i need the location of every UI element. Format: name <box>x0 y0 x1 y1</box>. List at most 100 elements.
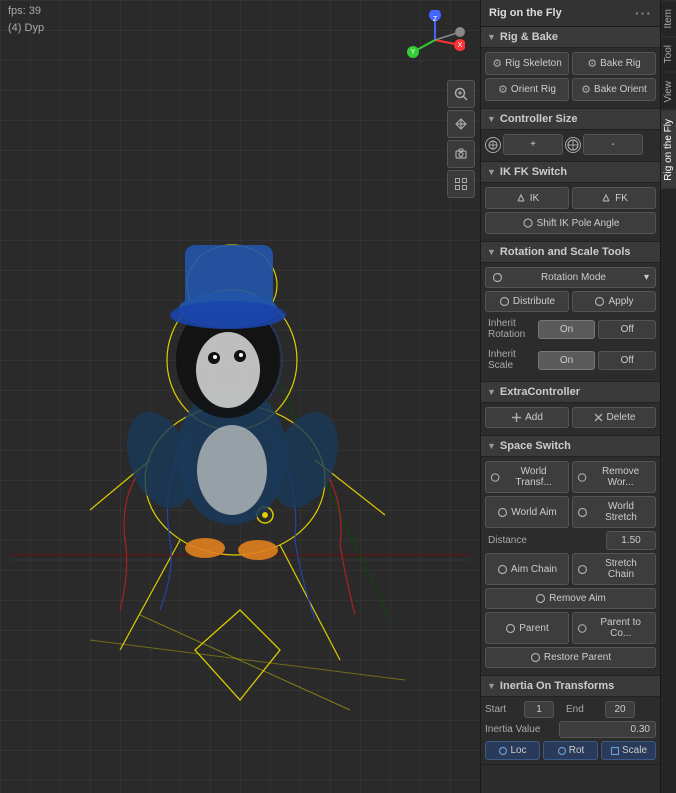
inertia-header[interactable]: ▼ Inertia On Transforms <box>481 676 660 697</box>
rig-bake-header[interactable]: ▼ Rig & Bake <box>481 27 660 48</box>
tab-strip: Item Tool View Rig on the Fly <box>660 0 676 793</box>
extra-controller-arrow: ▼ <box>487 387 496 397</box>
rig-bake-row1: ⚙ Rig Skeleton ⚙ Bake Rig <box>485 52 656 75</box>
world-aim-icon <box>497 507 508 518</box>
scale-btn[interactable]: Scale <box>601 741 656 760</box>
tab-view[interactable]: View <box>661 72 676 111</box>
zoom-tool-btn[interactable] <box>447 80 475 108</box>
scale-icon <box>610 746 620 756</box>
svg-text:Z: Z <box>433 16 438 23</box>
ik-btn[interactable]: IK <box>485 187 569 209</box>
aim-chain-btn[interactable]: Aim Chain <box>485 553 569 585</box>
shift-ik-pole-btn[interactable]: Shift IK Pole Angle <box>485 212 656 234</box>
restore-parent-row: Restore Parent <box>485 647 656 668</box>
fps-counter: fps: 39 <box>8 5 41 17</box>
ik-fk-header[interactable]: ▼ IK FK Switch <box>481 162 660 183</box>
pan-tool-btn[interactable] <box>447 110 475 138</box>
space-switch-content: World Transf... Remove Wor... World Aim … <box>481 457 660 676</box>
rig-bake-label: Rig & Bake <box>500 31 558 43</box>
parent-btn[interactable]: Parent <box>485 612 569 644</box>
world-aim-stretch-row: World Aim World Stretch <box>485 496 656 528</box>
apply-btn[interactable]: Apply <box>572 291 656 312</box>
stretch-chain-icon <box>577 564 588 575</box>
inertia-label: Inertia On Transforms <box>500 680 614 692</box>
bake-orient-btn[interactable]: ⚙ Bake Orient <box>572 78 656 101</box>
extra-controller-header[interactable]: ▼ ExtraController <box>481 382 660 403</box>
inertia-start-val[interactable]: 1 <box>524 701 554 718</box>
world-transf-icon <box>490 472 500 483</box>
world-transf-btn[interactable]: World Transf... <box>485 461 569 493</box>
distribute-icon <box>499 296 510 307</box>
shift-ik-row: Shift IK Pole Angle <box>485 212 656 234</box>
rotation-mode-value: Rotation Mode <box>541 272 606 283</box>
stretch-chain-btn[interactable]: Stretch Chain <box>572 553 656 585</box>
bake-rig-icon: ⚙ <box>587 57 597 70</box>
camera-tool-btn[interactable] <box>447 140 475 168</box>
remove-wor-icon <box>577 472 587 483</box>
remove-aim-icon <box>535 593 546 604</box>
inertia-start-label: Start <box>485 704 520 715</box>
rig-bake-content: ⚙ Rig Skeleton ⚙ Bake Rig ⚙ Orient Rig ⚙ <box>481 48 660 109</box>
size-minus-btn[interactable]: - <box>583 134 643 155</box>
panel-title: Rig on the Fly ··· <box>481 0 660 27</box>
distance-row: Distance 1.50 <box>485 531 656 550</box>
inertia-val-display[interactable]: 0.30 <box>559 721 656 738</box>
parent-row: Parent Parent to Co... <box>485 612 656 644</box>
world-aim-btn[interactable]: World Aim <box>485 496 569 528</box>
space-switch-header[interactable]: ▼ Space Switch <box>481 436 660 457</box>
inherit-scale-label: Inherit Scale <box>485 346 535 374</box>
bake-rig-btn[interactable]: ⚙ Bake Rig <box>572 52 656 75</box>
add-btn[interactable]: Add <box>485 407 569 428</box>
viewport[interactable]: fps: 39 (4) Dyp Z X Y <box>0 0 480 793</box>
controller-size-label: Controller Size <box>500 113 578 125</box>
rotation-scale-header[interactable]: ▼ Rotation and Scale Tools <box>481 242 660 263</box>
loc-icon <box>498 746 508 756</box>
remove-aim-row: Remove Aim <box>485 588 656 609</box>
parent-to-co-btn[interactable]: Parent to Co... <box>572 612 656 644</box>
rot-btn[interactable]: Rot <box>543 741 598 760</box>
transform-btns-row: Loc Rot Scale <box>485 741 656 760</box>
tab-rig-on-the-fly[interactable]: Rig on the Fly <box>661 110 676 189</box>
tab-tool[interactable]: Tool <box>661 36 676 71</box>
controller-size-arrow: ▼ <box>487 114 496 124</box>
svg-text:Y: Y <box>411 49 416 56</box>
world-stretch-btn[interactable]: World Stretch <box>572 496 656 528</box>
restore-parent-btn[interactable]: Restore Parent <box>485 647 656 668</box>
inherit-scale-on-btn[interactable]: On <box>538 351 596 370</box>
remove-wor-btn[interactable]: Remove Wor... <box>572 461 656 493</box>
rotation-mode-dropdown[interactable]: Rotation Mode ▾ <box>485 267 656 288</box>
inherit-scale-off-btn[interactable]: Off <box>598 351 656 370</box>
inherit-rotation-row: Inherit Rotation On Off <box>485 315 656 343</box>
distance-value[interactable]: 1.50 <box>606 531 656 550</box>
rig-bake-arrow: ▼ <box>487 32 496 42</box>
distribute-btn[interactable]: Distribute <box>485 291 569 312</box>
fk-icon <box>600 192 612 204</box>
add-delete-row: Add Delete <box>485 407 656 428</box>
rotation-scale-arrow: ▼ <box>487 247 496 257</box>
rotation-scale-content: Rotation Mode ▾ Distribute Apply Inherit… <box>481 263 660 382</box>
inertia-end-val[interactable]: 20 <box>605 701 635 718</box>
distance-label: Distance <box>485 532 603 549</box>
ik-fk-label: IK FK Switch <box>500 166 567 178</box>
orient-rig-btn[interactable]: ⚙ Orient Rig <box>485 78 569 101</box>
inherit-rotation-off-btn[interactable]: Off <box>598 320 656 339</box>
add-icon <box>511 412 522 423</box>
remove-aim-btn[interactable]: Remove Aim <box>485 588 656 609</box>
extra-controller-label: ExtraController <box>500 386 580 398</box>
size-plus-btn[interactable]: + <box>503 134 563 155</box>
controller-size-header[interactable]: ▼ Controller Size <box>481 109 660 130</box>
rotation-mode-icon <box>492 272 503 283</box>
inherit-rotation-on-btn[interactable]: On <box>538 320 596 339</box>
size-circle-large <box>565 137 581 153</box>
fk-btn[interactable]: FK <box>572 187 656 209</box>
size-minus-label: - <box>611 139 614 150</box>
aim-stretch-chain-row: Aim Chain Stretch Chain <box>485 553 656 585</box>
delete-btn[interactable]: Delete <box>572 407 656 428</box>
tab-item[interactable]: Item <box>661 0 676 36</box>
space-switch-label: Space Switch <box>500 440 571 452</box>
world-stretch-icon <box>577 507 588 518</box>
extra-controller-content: Add Delete <box>481 403 660 436</box>
grid-tool-btn[interactable] <box>447 170 475 198</box>
loc-btn[interactable]: Loc <box>485 741 540 760</box>
rig-skeleton-btn[interactable]: ⚙ Rig Skeleton <box>485 52 569 75</box>
